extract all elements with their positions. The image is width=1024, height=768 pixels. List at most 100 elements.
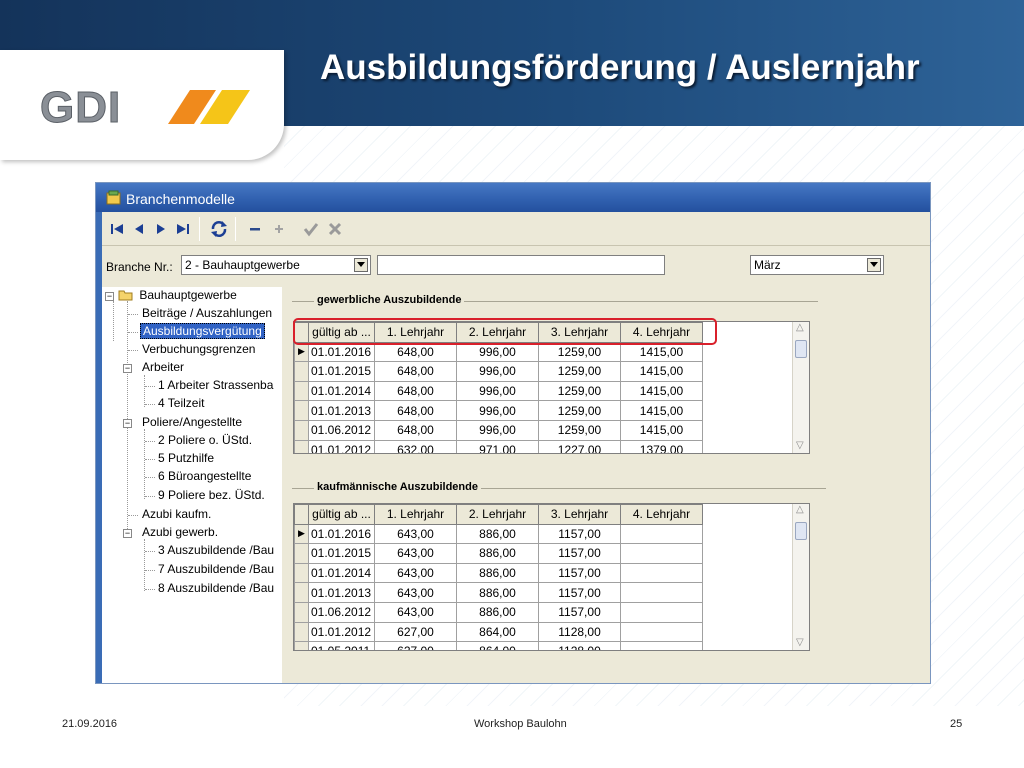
tree-expander[interactable]: −: [123, 419, 132, 428]
tree-item[interactable]: 8 Auszubildende /Bau: [156, 580, 276, 598]
refresh-icon[interactable]: [208, 218, 230, 240]
amount-cell[interactable]: 648,00: [374, 419, 457, 441]
amount-cell[interactable]: 1128,00: [538, 621, 621, 643]
column-header[interactable]: 2. Lehrjahr: [456, 322, 539, 343]
amount-cell[interactable]: 632,00: [374, 439, 457, 453]
table-row[interactable]: 01.01.2012 627,00 864,00 1128,00: [294, 621, 703, 643]
amount-cell[interactable]: [620, 543, 703, 564]
amount-cell[interactable]: [620, 562, 703, 584]
current-row-indicator-icon[interactable]: ▶: [294, 523, 309, 545]
amount-cell[interactable]: 1157,00: [538, 543, 621, 564]
gewerbliche-grid[interactable]: gültig ab ... 1. Lehrjahr 2. Lehrjahr 3.…: [293, 321, 810, 454]
amount-cell[interactable]: 1415,00: [620, 400, 703, 421]
amount-cell[interactable]: 648,00: [374, 380, 457, 402]
row-indicator[interactable]: [294, 543, 309, 564]
tree-expander[interactable]: −: [123, 529, 132, 538]
amount-cell[interactable]: 1128,00: [538, 641, 621, 650]
amount-cell[interactable]: 864,00: [456, 621, 539, 643]
amount-cell[interactable]: 1227,00: [538, 439, 621, 453]
amount-cell[interactable]: 971,00: [456, 439, 539, 453]
amount-cell[interactable]: 1259,00: [538, 361, 621, 382]
scroll-up-icon[interactable]: △: [796, 322, 804, 333]
tree-item[interactable]: 4 Teilzeit: [156, 395, 206, 413]
tree-item[interactable]: 9 Poliere bez. ÜStd.: [156, 487, 267, 505]
row-indicator[interactable]: [294, 562, 309, 584]
vertical-scrollbar[interactable]: △ ▽: [792, 322, 809, 453]
table-row[interactable]: 01.01.2014 643,00 886,00 1157,00: [294, 562, 703, 584]
tree-item-root[interactable]: Bauhauptgewerbe: [118, 287, 239, 305]
amount-cell[interactable]: [620, 641, 703, 650]
last-record-icon[interactable]: [172, 218, 194, 240]
tree-item[interactable]: 5 Putzhilfe: [156, 450, 216, 468]
kaufmaennische-grid[interactable]: gültig ab ... 1. Lehrjahr 2. Lehrjahr 3.…: [293, 503, 810, 651]
delete-icon[interactable]: [244, 218, 266, 240]
row-indicator[interactable]: [294, 361, 309, 382]
amount-cell[interactable]: 627,00: [374, 621, 457, 643]
column-header[interactable]: 1. Lehrjahr: [374, 504, 457, 525]
scroll-thumb[interactable]: [795, 340, 807, 358]
tree-item[interactable]: Poliere/Angestellte: [140, 414, 244, 432]
window-titlebar[interactable]: Branchenmodelle: [96, 183, 930, 212]
row-indicator[interactable]: [294, 582, 309, 603]
tree-item[interactable]: 7 Auszubildende /Bau: [156, 561, 276, 579]
amount-cell[interactable]: 648,00: [374, 400, 457, 421]
chevron-down-icon[interactable]: [354, 258, 368, 272]
amount-cell[interactable]: 643,00: [374, 543, 457, 564]
scroll-up-icon[interactable]: △: [796, 504, 804, 515]
table-row[interactable]: 01.01.2013 643,00 886,00 1157,00: [294, 582, 703, 603]
amount-cell[interactable]: 1157,00: [538, 601, 621, 623]
cancel-icon[interactable]: [324, 218, 346, 240]
row-indicator[interactable]: [294, 400, 309, 421]
tree-item[interactable]: Azubi kaufm.: [140, 506, 213, 524]
amount-cell[interactable]: 1415,00: [620, 380, 703, 402]
column-header[interactable]: 2. Lehrjahr: [456, 504, 539, 525]
vertical-scrollbar[interactable]: △ ▽: [792, 504, 809, 650]
amount-cell[interactable]: 1415,00: [620, 419, 703, 441]
row-indicator[interactable]: [294, 439, 309, 453]
amount-cell[interactable]: 643,00: [374, 562, 457, 584]
row-indicator[interactable]: [294, 380, 309, 402]
table-row[interactable]: 01.01.2015 648,00 996,00 1259,00 1415,00: [294, 361, 703, 382]
amount-cell[interactable]: 1157,00: [538, 523, 621, 545]
column-header[interactable]: gültig ab ...: [308, 322, 375, 343]
table-row[interactable]: ▶ 01.01.2016 643,00 886,00 1157,00: [294, 523, 703, 545]
amount-cell[interactable]: 627,00: [374, 641, 457, 650]
chevron-down-icon[interactable]: [867, 258, 881, 272]
column-header[interactable]: 1. Lehrjahr: [374, 322, 457, 343]
amount-cell[interactable]: 648,00: [374, 341, 457, 363]
tree-item[interactable]: Arbeiter: [140, 359, 186, 377]
current-row-indicator-icon[interactable]: ▶: [294, 341, 309, 363]
amount-cell[interactable]: [620, 523, 703, 545]
previous-record-icon[interactable]: [128, 218, 150, 240]
amount-cell[interactable]: 886,00: [456, 562, 539, 584]
column-header[interactable]: gültig ab ...: [308, 504, 375, 525]
amount-cell[interactable]: [620, 601, 703, 623]
month-select[interactable]: März: [750, 255, 884, 275]
amount-cell[interactable]: 1415,00: [620, 361, 703, 382]
next-record-icon[interactable]: [150, 218, 172, 240]
date-cell[interactable]: 01.01.2013: [308, 582, 375, 603]
amount-cell[interactable]: 886,00: [456, 523, 539, 545]
date-cell[interactable]: 01.01.2016: [308, 341, 375, 363]
amount-cell[interactable]: 1259,00: [538, 400, 621, 421]
tree-item[interactable]: Verbuchungsgrenzen: [140, 341, 257, 359]
column-header[interactable]: 4. Lehrjahr: [620, 504, 703, 525]
row-indicator[interactable]: [294, 601, 309, 623]
post-icon[interactable]: [300, 218, 322, 240]
amount-cell[interactable]: 996,00: [456, 361, 539, 382]
tree-item[interactable]: 3 Auszubildende /Bau: [156, 542, 276, 560]
tree-item-selected[interactable]: Ausbildungsvergütung: [140, 323, 265, 341]
amount-cell[interactable]: 1379,00: [620, 439, 703, 453]
row-indicator[interactable]: [294, 621, 309, 643]
tree-item[interactable]: Azubi gewerb.: [140, 524, 220, 542]
scroll-down-icon[interactable]: ▽: [796, 440, 804, 451]
date-cell[interactable]: 01.01.2015: [308, 361, 375, 382]
table-row[interactable]: 01.01.2012 632,00 971,00 1227,00 1379,00: [294, 439, 703, 453]
row-indicator[interactable]: [294, 419, 309, 441]
date-cell[interactable]: 01.01.2013: [308, 400, 375, 421]
amount-cell[interactable]: 643,00: [374, 582, 457, 603]
date-cell[interactable]: 01.05.2011: [308, 641, 375, 650]
column-header[interactable]: 4. Lehrjahr: [620, 322, 703, 343]
amount-cell[interactable]: 1157,00: [538, 562, 621, 584]
amount-cell[interactable]: 648,00: [374, 361, 457, 382]
